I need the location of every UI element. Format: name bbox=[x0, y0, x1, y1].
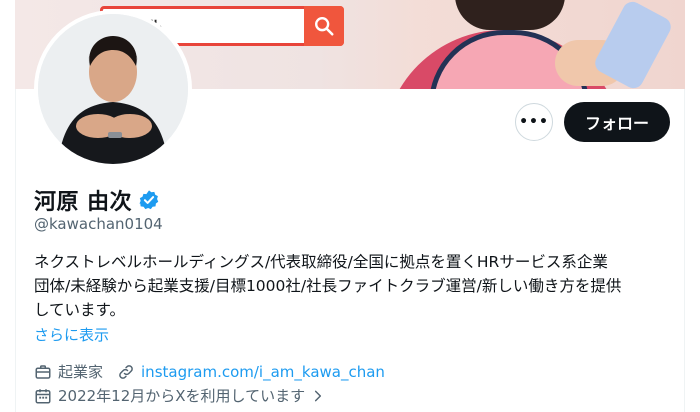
profile-link[interactable]: instagram.com/i_am_kawa_chan bbox=[117, 363, 385, 381]
calendar-icon bbox=[35, 388, 51, 403]
profile-page: レベル ••• フォロー bbox=[0, 0, 700, 412]
left-rail-divider bbox=[0, 0, 16, 412]
follow-button[interactable]: フォロー bbox=[564, 102, 670, 142]
briefcase-icon bbox=[35, 364, 51, 379]
avatar[interactable] bbox=[38, 14, 188, 164]
chevron-right-icon[interactable] bbox=[311, 389, 325, 403]
profile-meta-row: 起業家 instagram.com/i_am_kawa_chan bbox=[34, 361, 399, 382]
avatar-frame[interactable] bbox=[34, 10, 192, 168]
profile-name-row: 河原 由次 bbox=[34, 184, 160, 216]
banner-person-hair bbox=[455, 0, 565, 30]
profile-category: 起業家 bbox=[34, 361, 103, 382]
follow-button-label: フォロー bbox=[584, 114, 649, 133]
profile-joined[interactable]: 2022年12月からXを利用しています bbox=[34, 385, 331, 406]
search-icon bbox=[315, 17, 334, 36]
joined-text: 2022年12月からXを利用しています bbox=[58, 387, 306, 405]
profile-bio: ネクストレベルホールディングス/代表取締役/全国に拠点を置くHRサービス系企業 … bbox=[34, 250, 670, 322]
right-rail-divider bbox=[684, 0, 700, 412]
profile-link-text[interactable]: instagram.com/i_am_kawa_chan bbox=[141, 363, 385, 381]
show-more-link[interactable]: さらに表示 bbox=[34, 324, 109, 345]
bio-line: しています。 bbox=[34, 301, 125, 319]
avatar-image bbox=[38, 14, 188, 164]
verified-badge-icon[interactable] bbox=[138, 189, 160, 211]
banner-search-button bbox=[304, 6, 344, 46]
more-options-button[interactable]: ••• bbox=[515, 103, 553, 141]
profile-name: 河原 由次 bbox=[34, 190, 133, 215]
category-label: 起業家 bbox=[58, 363, 104, 381]
bio-line: ネクストレベルホールディングス/代表取締役/全国に拠点を置くHRサービス系企業 bbox=[34, 253, 608, 271]
link-icon bbox=[119, 364, 133, 379]
profile-handle: @kawachan0104 bbox=[34, 215, 163, 233]
bio-line: 団体/未経験から起業支援/目標1000社/社長ファイトクラブ運営/新しい働き方を… bbox=[34, 277, 622, 295]
more-dots-icon: ••• bbox=[519, 114, 549, 130]
